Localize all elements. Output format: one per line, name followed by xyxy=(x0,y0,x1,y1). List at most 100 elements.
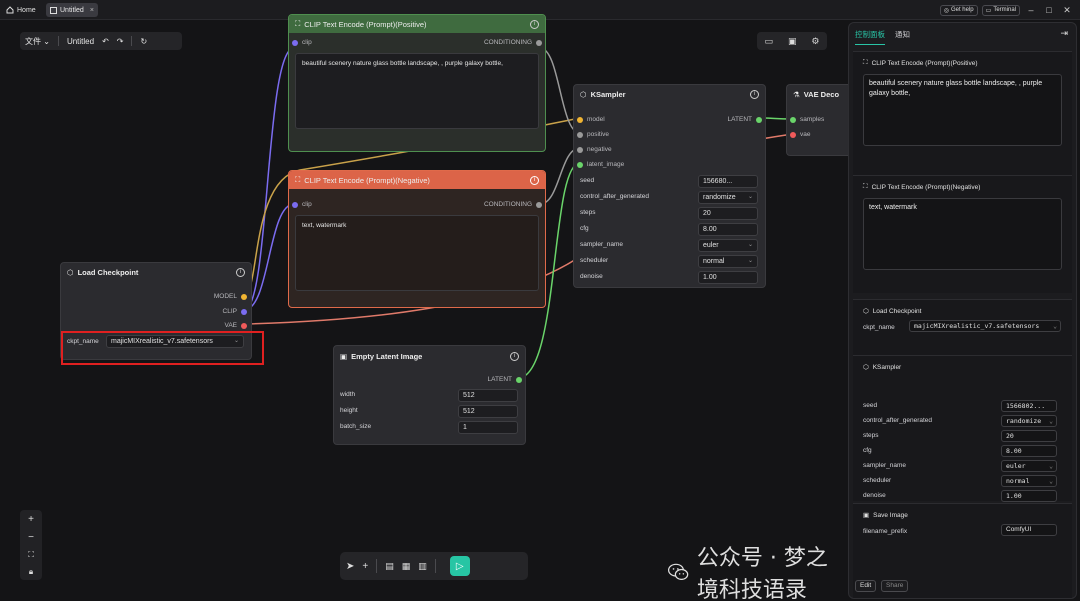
collapse-panel-icon[interactable]: ⇥ xyxy=(1060,28,1068,39)
ksampler-widget-input[interactable]: 20 xyxy=(698,207,758,220)
ksampler-widget-label: control_after_generated xyxy=(580,193,650,200)
node-title: Load Checkpoint xyxy=(77,267,139,277)
terminal-button[interactable]: ▭ Terminal xyxy=(981,4,1020,16)
output-clip[interactable]: CLIP xyxy=(223,308,247,315)
ksampler-widget-label: seed xyxy=(580,177,595,184)
vae-icon: ⚗ xyxy=(793,89,800,99)
latent-widget-input[interactable]: 1 xyxy=(458,421,518,434)
zoom-out-icon[interactable]: − xyxy=(28,532,34,543)
headset-icon: ◎ xyxy=(943,7,949,14)
chevron-down-icon: ⌄ xyxy=(747,242,753,248)
tab-notifications[interactable]: 通知 xyxy=(895,29,910,45)
info-icon[interactable]: i xyxy=(530,175,539,185)
add-node-icon[interactable]: + xyxy=(362,561,368,572)
info-icon[interactable]: i xyxy=(530,19,539,29)
close-tab-icon[interactable]: × xyxy=(90,7,94,14)
input-vae[interactable]: vae xyxy=(790,131,810,138)
node-header[interactable]: ⛶ CLIP Text Encode (Prompt)(Positive) i xyxy=(289,15,545,33)
run-button[interactable]: ▷ xyxy=(449,556,470,576)
negative-prompt-textarea[interactable]: text, watermark xyxy=(863,198,1062,270)
terminal-icon[interactable]: ▤ xyxy=(385,561,394,572)
ksampler-widget-select[interactable]: euler ⌄ xyxy=(698,239,758,252)
minimize-icon[interactable]: – xyxy=(1024,5,1038,15)
ksampler-widget-input[interactable]: 8.00 xyxy=(698,223,758,236)
terminal-icon: ▭ xyxy=(985,7,992,14)
output-model[interactable]: MODEL xyxy=(214,293,247,300)
node-header[interactable]: ⛶ CLIP Text Encode (Prompt)(Negative) i xyxy=(289,171,545,189)
input-clip[interactable]: clip xyxy=(292,39,312,46)
input-negative[interactable]: negative xyxy=(577,146,612,153)
latent-widget-input[interactable]: 512 xyxy=(458,389,518,402)
panel-ksampler-input[interactable]: 1566802... xyxy=(1001,400,1057,412)
input-clip[interactable]: clip xyxy=(292,201,312,208)
input-positive[interactable]: positive xyxy=(577,131,609,138)
workflow-tab[interactable]: Untitled × xyxy=(46,3,98,17)
node-header[interactable]: ▣ Empty Latent Image i xyxy=(334,346,525,366)
prompt-textarea[interactable]: beautiful scenery nature glass bottle la… xyxy=(295,53,539,129)
ksampler-widget-select[interactable]: normal ⌄ xyxy=(698,255,758,268)
node-header[interactable]: ⬡ Load Checkpoint i xyxy=(61,263,251,281)
home-button[interactable]: Home xyxy=(6,4,36,16)
ckpt-name-select[interactable]: majicMIXrealistic_v7.safetensors ⌄ xyxy=(909,320,1061,332)
image-queue-icon[interactable]: ▣ xyxy=(788,36,797,47)
node-header[interactable]: ⚗ VAE Deco xyxy=(787,85,856,103)
output-latent[interactable]: LATENT xyxy=(728,116,762,123)
output-latent[interactable]: LATENT xyxy=(488,376,522,383)
input-latent-image[interactable]: latent_image xyxy=(577,161,624,168)
share-button[interactable]: Share xyxy=(881,580,909,592)
redo-icon[interactable]: ↷ xyxy=(117,37,124,46)
edit-button[interactable]: Edit xyxy=(855,580,877,592)
lock-icon[interactable]: 🔒︎ xyxy=(29,567,33,577)
latent-widget-input[interactable]: 512 xyxy=(458,405,518,418)
get-help-button[interactable]: ◎ Get help xyxy=(939,4,978,16)
panel-ksampler-input[interactable]: 1.00 xyxy=(1001,490,1057,502)
panel-icon[interactable]: ▭ xyxy=(764,36,773,47)
info-icon[interactable]: i xyxy=(236,267,245,277)
nodes-icon[interactable]: ▦ xyxy=(402,561,411,572)
node-vae-decode[interactable]: ⚗ VAE Deco samples vae xyxy=(786,84,856,156)
workflow-menu: 文件 ⌄ Untitled ↶ ↷ ↻ xyxy=(20,32,182,50)
section-title: ⬡ KSampler xyxy=(863,363,902,372)
zoom-in-icon[interactable]: + xyxy=(28,514,34,525)
panel-ksampler-input[interactable]: 20 xyxy=(1001,430,1057,442)
panel-ksampler-select[interactable]: normal ⌄ xyxy=(1001,475,1057,487)
input-model[interactable]: model xyxy=(577,116,605,123)
undo-icon[interactable]: ↶ xyxy=(102,37,109,46)
section-title: ▣ Save Image xyxy=(863,511,908,520)
fit-view-icon[interactable]: ⛶ xyxy=(28,550,34,560)
node-clip-positive[interactable]: ⛶ CLIP Text Encode (Prompt)(Positive) i … xyxy=(288,14,546,152)
maximize-icon[interactable]: □ xyxy=(1042,5,1056,15)
ksampler-widget-input[interactable]: 156680... xyxy=(698,175,758,188)
file-menu[interactable]: 文件 ⌄ xyxy=(25,36,50,47)
panel-ksampler-select[interactable]: euler ⌄ xyxy=(1001,460,1057,472)
control-panel: 控制面板 通知 ⇥ ⛶ CLIP Text Encode (Prompt)(Pos… xyxy=(848,22,1077,599)
refresh-icon[interactable]: ↻ xyxy=(140,37,147,46)
panel-ksampler-label: steps xyxy=(863,432,879,439)
panel-ksampler-select[interactable]: randomize ⌄ xyxy=(1001,415,1057,427)
output-conditioning[interactable]: CONDITIONING xyxy=(484,201,542,208)
window-close-icon[interactable]: ✕ xyxy=(1060,5,1074,16)
section-title: ⛶ CLIP Text Encode (Prompt)(Positive) xyxy=(863,59,978,67)
gear-icon[interactable]: ⚙ xyxy=(811,36,819,47)
ksampler-widget-select[interactable]: randomize ⌄ xyxy=(698,191,758,204)
workflow-name[interactable]: Untitled xyxy=(67,37,94,46)
ksampler-widget-input[interactable]: 1.00 xyxy=(698,271,758,284)
node-clip-negative[interactable]: ⛶ CLIP Text Encode (Prompt)(Negative) i … xyxy=(288,170,546,308)
input-samples[interactable]: samples xyxy=(790,116,824,123)
node-ksampler[interactable]: ⬡ KSampler i model LATENT positive negat… xyxy=(573,84,766,288)
film-icon[interactable]: ▥ xyxy=(418,561,427,572)
output-vae[interactable]: VAE xyxy=(224,322,247,329)
output-conditioning[interactable]: CONDITIONING xyxy=(484,39,542,46)
tab-control-panel[interactable]: 控制面板 xyxy=(855,29,885,45)
node-empty-latent[interactable]: ▣ Empty Latent Image i LATENT width 512 he… xyxy=(333,345,526,445)
filename-prefix-input[interactable]: ComfyUI xyxy=(1001,524,1057,536)
pointer-icon[interactable]: ➤ xyxy=(346,561,354,572)
graph-canvas[interactable]: 文件 ⌄ Untitled ↶ ↷ ↻ ▭ ▣ ⚙ ⛶ CLIP Text En… xyxy=(0,14,856,601)
info-icon[interactable]: i xyxy=(750,89,759,99)
prompt-textarea[interactable]: text, watermark xyxy=(295,215,539,291)
info-icon[interactable]: i xyxy=(510,351,519,361)
positive-prompt-textarea[interactable]: beautiful scenery nature glass bottle la… xyxy=(863,74,1062,146)
ckpt-name-label: ckpt_name xyxy=(863,324,895,331)
panel-ksampler-input[interactable]: 8.00 xyxy=(1001,445,1057,457)
node-header[interactable]: ⬡ KSampler i xyxy=(574,85,765,103)
